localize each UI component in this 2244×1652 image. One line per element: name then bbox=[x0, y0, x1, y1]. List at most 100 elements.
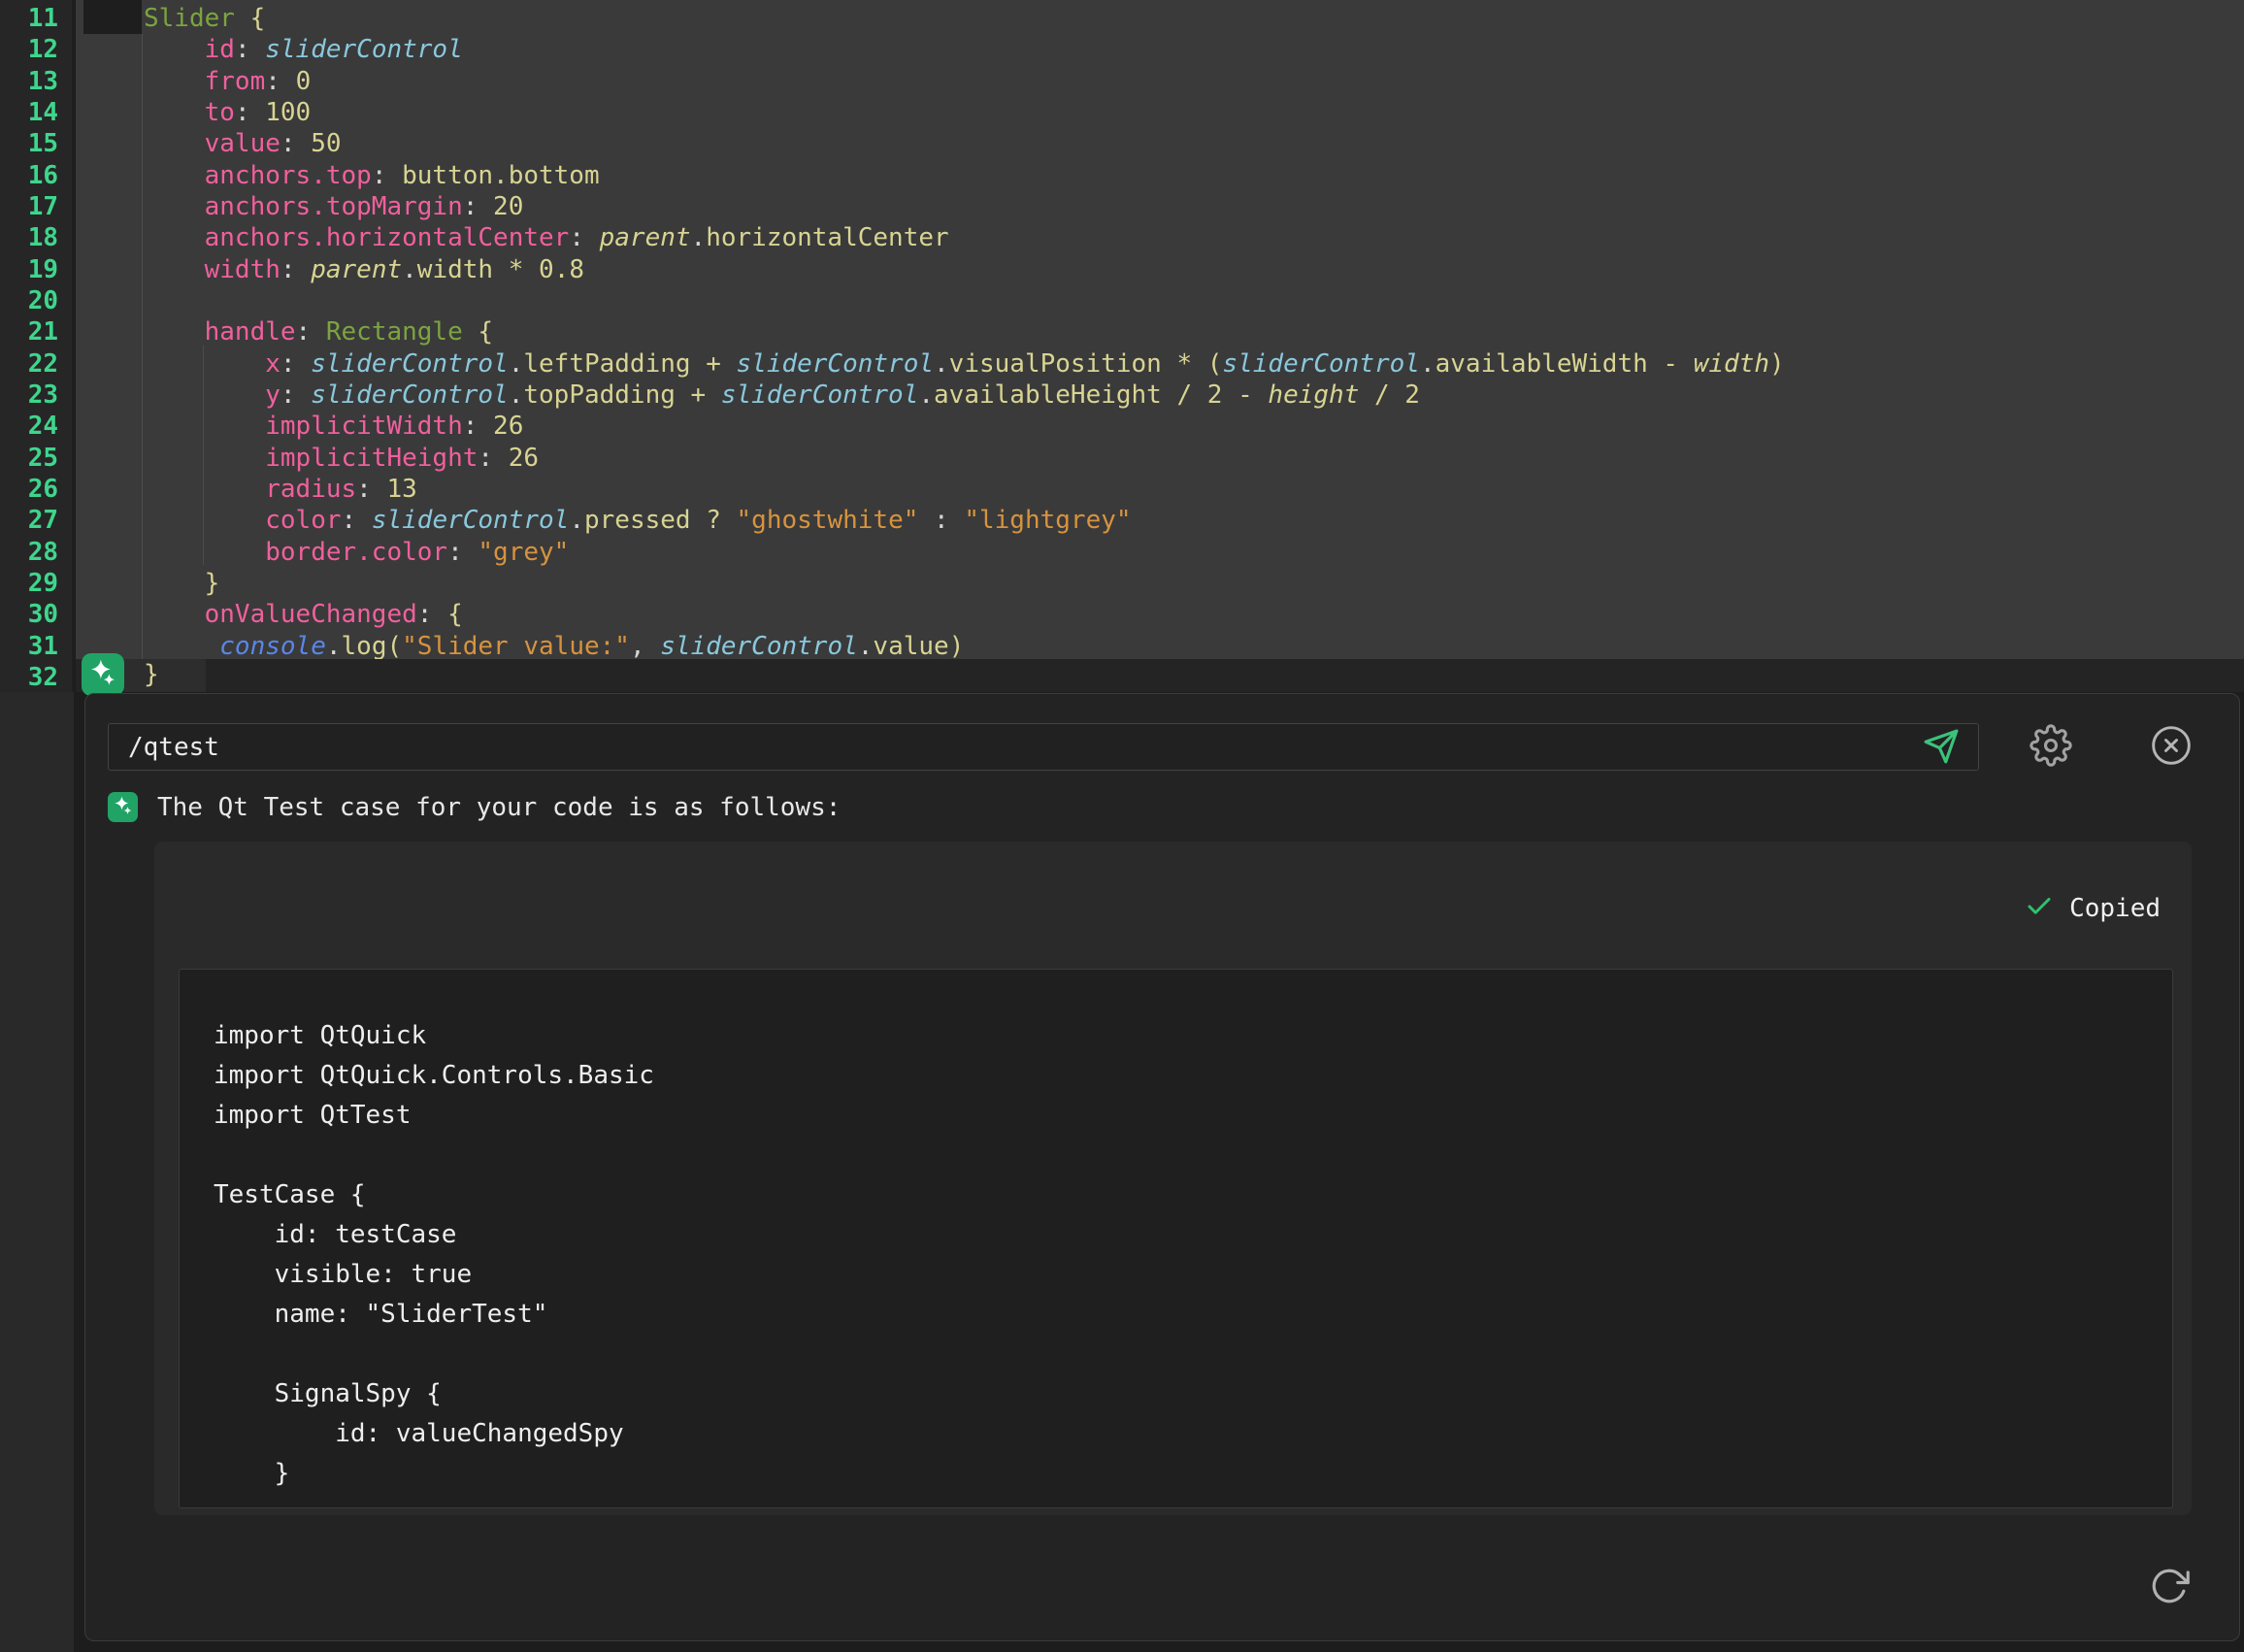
code-token: from bbox=[205, 67, 266, 96]
code-token: value bbox=[205, 129, 280, 158]
code-token: parent bbox=[600, 223, 691, 252]
line-number: 27 bbox=[0, 505, 72, 536]
code-token bbox=[144, 255, 205, 284]
code-token: "Slider value:" bbox=[402, 632, 630, 661]
code-token: width bbox=[205, 255, 280, 284]
generated-code-block[interactable]: import QtQuick import QtQuick.Controls.B… bbox=[179, 969, 2173, 1508]
code-token: radius bbox=[265, 475, 356, 504]
line-number: 30 bbox=[0, 599, 72, 630]
code-line: value: 50 bbox=[144, 128, 1785, 159]
code-token: sliderControl bbox=[311, 380, 509, 410]
code-token: . bbox=[326, 632, 342, 661]
code-token: height bbox=[1268, 380, 1359, 410]
check-icon bbox=[2025, 892, 2054, 925]
code-token: sliderControl bbox=[311, 349, 509, 379]
code-token bbox=[144, 317, 205, 347]
code-token bbox=[463, 317, 478, 347]
line-number: 22 bbox=[0, 348, 72, 380]
code-token: { bbox=[250, 4, 266, 33]
code-token: - bbox=[1648, 349, 1694, 379]
code-token: : bbox=[447, 538, 478, 567]
code-token: ( bbox=[386, 632, 402, 661]
code-token: : bbox=[918, 506, 964, 535]
code-token: sliderControl bbox=[737, 349, 935, 379]
code-editor[interactable]: Slider { id: sliderControl from: 0 to: 1… bbox=[76, 0, 2244, 659]
line-number: 21 bbox=[0, 316, 72, 347]
code-token: sliderControl bbox=[265, 35, 463, 64]
code-line: handle: Rectangle { bbox=[144, 316, 1785, 347]
code-token bbox=[144, 192, 205, 221]
line-number: 23 bbox=[0, 380, 72, 411]
code-token: value bbox=[873, 632, 948, 661]
line-number: 13 bbox=[0, 66, 72, 97]
regenerate-button[interactable] bbox=[2147, 1565, 2192, 1609]
code-token: y bbox=[265, 380, 280, 410]
code-line bbox=[144, 285, 1785, 316]
sparkle-icon bbox=[112, 794, 135, 821]
code-token: : bbox=[265, 67, 295, 96]
code-line: width: parent.width * 0.8 bbox=[144, 254, 1785, 285]
line-number: 17 bbox=[0, 191, 72, 222]
code-line-32-row: } bbox=[76, 659, 2244, 692]
line-number: 19 bbox=[0, 254, 72, 285]
code-token bbox=[144, 161, 205, 190]
code-token: button.bottom bbox=[402, 161, 600, 190]
code-token: : bbox=[235, 98, 265, 127]
code-token: / 2 - bbox=[1162, 380, 1269, 410]
close-button[interactable] bbox=[2150, 725, 2193, 768]
line-number: 20 bbox=[0, 285, 72, 316]
code-token: : bbox=[280, 380, 311, 410]
code-token: . bbox=[934, 349, 949, 379]
code-token: ) bbox=[1769, 349, 1785, 379]
code-token: . bbox=[858, 632, 874, 661]
line-number: 16 bbox=[0, 160, 72, 191]
code-token: 50 bbox=[311, 129, 341, 158]
code-token: availableHeight bbox=[934, 380, 1162, 410]
gear-icon bbox=[2030, 724, 2072, 770]
settings-button[interactable] bbox=[2030, 725, 2072, 768]
code-line: anchors.topMargin: 20 bbox=[144, 191, 1785, 222]
code-token: : bbox=[342, 506, 372, 535]
line-number: 32 bbox=[0, 662, 72, 693]
code-token: implicitHeight bbox=[265, 444, 478, 473]
code-token: / 2 bbox=[1359, 380, 1420, 410]
send-button[interactable] bbox=[1920, 727, 1963, 768]
code-token: anchors.horizontalCenter bbox=[205, 223, 570, 252]
code-line: onValueChanged: { bbox=[144, 599, 1785, 630]
code-token bbox=[144, 380, 265, 410]
code-token: . bbox=[509, 380, 524, 410]
code-token bbox=[144, 600, 205, 629]
code-token: parent bbox=[311, 255, 402, 284]
code-line: id: sliderControl bbox=[144, 34, 1785, 65]
code-token bbox=[144, 67, 205, 96]
line-number: 29 bbox=[0, 568, 72, 599]
code-token: : bbox=[372, 161, 402, 190]
code-token: "grey" bbox=[478, 538, 569, 567]
line-number: 28 bbox=[0, 537, 72, 568]
code-token: onValueChanged bbox=[205, 600, 417, 629]
code-token: Rectangle bbox=[326, 317, 463, 347]
code-token bbox=[144, 538, 265, 567]
gutter-lower-strip bbox=[0, 692, 74, 1652]
code-token bbox=[144, 569, 205, 598]
prompt-input[interactable] bbox=[108, 723, 1979, 771]
code-line: border.color: "grey" bbox=[144, 537, 1785, 568]
code-token: color bbox=[265, 506, 341, 535]
line-number: 31 bbox=[0, 631, 72, 662]
ai-assistant-badge[interactable] bbox=[82, 653, 124, 696]
ai-response-badge bbox=[108, 792, 138, 822]
code-token: 100 bbox=[265, 98, 311, 127]
code-token: 13 bbox=[386, 475, 416, 504]
code-line: color: sliderControl.pressed ? "ghostwhi… bbox=[144, 505, 1785, 536]
code-token: : bbox=[463, 412, 493, 441]
code-token: } bbox=[144, 660, 159, 689]
code-token: implicitWidth bbox=[265, 412, 463, 441]
code-line: to: 100 bbox=[144, 97, 1785, 128]
close-circle-icon bbox=[2150, 724, 2193, 770]
code-token: { bbox=[478, 317, 493, 347]
code-token: 26 bbox=[493, 412, 523, 441]
code-token: : bbox=[280, 255, 311, 284]
code-token: sliderControl bbox=[721, 380, 919, 410]
code-token: : bbox=[356, 475, 386, 504]
code-token: * ( bbox=[1162, 349, 1223, 379]
